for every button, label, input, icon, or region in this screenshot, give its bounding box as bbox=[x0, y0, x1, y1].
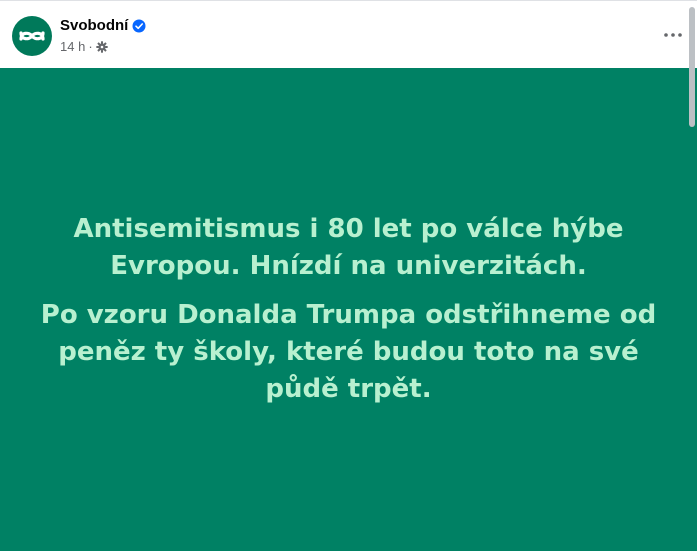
post-meta: 14 h · bbox=[60, 39, 108, 54]
gear-icon[interactable] bbox=[95, 40, 108, 53]
page-name-link[interactable]: Svobodní bbox=[60, 17, 128, 34]
post-header: Svobodní 14 h · bbox=[0, 1, 697, 68]
post-paragraph-2: Po vzoru Donalda Trumpa odstřihneme od p… bbox=[40, 300, 657, 404]
page-name-row: Svobodní bbox=[60, 17, 146, 34]
svobodni-logo-icon bbox=[19, 31, 45, 41]
meta-separator: · bbox=[88, 39, 93, 54]
verified-badge-icon bbox=[132, 19, 146, 32]
more-dots-icon bbox=[664, 33, 682, 37]
scrollbar-thumb[interactable] bbox=[689, 7, 695, 127]
post-timestamp[interactable]: 14 h bbox=[60, 39, 85, 54]
post-card: Svobodní 14 h · Antisemitismus i 80 let … bbox=[0, 0, 697, 556]
post-paragraph-1: Antisemitismus i 80 let po válce hýbe Ev… bbox=[73, 214, 624, 281]
page-avatar[interactable] bbox=[12, 16, 52, 56]
post-text-background: Antisemitismus i 80 let po válce hýbe Ev… bbox=[0, 68, 697, 551]
more-options-button[interactable] bbox=[661, 23, 685, 47]
